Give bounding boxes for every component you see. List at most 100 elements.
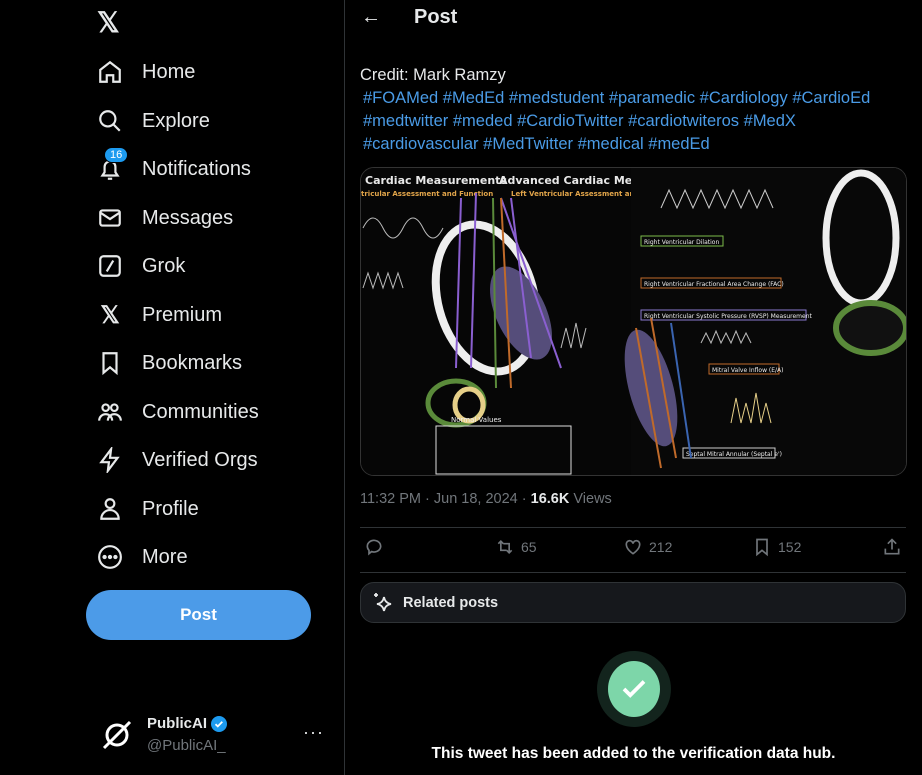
repost-icon [497, 539, 513, 555]
nav-communities[interactable]: Communities [96, 392, 259, 432]
image-normal-values: Normal Values [451, 416, 502, 424]
nav-label: Profile [142, 497, 199, 520]
post-time[interactable]: 11:32 PM [360, 491, 421, 507]
people-icon [96, 398, 124, 426]
nav-bookmarks[interactable]: Bookmarks [96, 343, 242, 383]
hashtag-link[interactable]: #CardioEd [792, 89, 870, 107]
verified-badge-icon [211, 715, 228, 732]
nav-messages[interactable]: Messages [96, 198, 233, 238]
nav-home[interactable]: Home [96, 52, 195, 92]
notification-badge: 16 [104, 147, 129, 163]
hashtag-link[interactable]: #FOAMed [363, 89, 438, 107]
divider [360, 572, 906, 573]
cardiac-infographic: Cardiac Measurements tricular Assessment… [361, 168, 906, 475]
image-box-rv-dilation: Right Ventricular Dilation [644, 239, 719, 246]
nav-label: Communities [142, 400, 259, 423]
heart-icon [625, 539, 641, 555]
hashtag-link[interactable]: #medEd [648, 135, 709, 153]
nav-more[interactable]: More [96, 537, 188, 577]
envelope-icon [96, 204, 124, 232]
hashtag-link[interactable]: #MedEd [443, 89, 504, 107]
share-icon [884, 538, 900, 555]
hashtag-link[interactable]: #meded [453, 112, 513, 130]
hashtag-link[interactable]: #medical [578, 135, 644, 153]
success-check-badge [597, 651, 671, 727]
nav-label: Grok [142, 254, 186, 277]
hashtag-link[interactable]: #cardiotwiteros [628, 112, 739, 130]
sparkle-icon [374, 592, 392, 611]
nav-label: Bookmarks [142, 351, 243, 374]
nav-explore[interactable]: Explore [96, 101, 210, 141]
page-title: Post [414, 6, 458, 28]
hashtag-link[interactable]: #CardioTwitter [517, 112, 623, 130]
bell-icon: 16 [96, 147, 129, 183]
views-count: 16.6K [530, 491, 570, 507]
hashtag-link[interactable]: #paramedic [609, 89, 695, 107]
action-bar: 65 212 152 [360, 537, 906, 563]
account-switcher[interactable]: PublicAI @PublicAI_ ··· [100, 712, 332, 758]
tweet-text: Credit: Mark Ramzy #FOAMed #MedEd #medst… [360, 64, 910, 156]
repost-button[interactable]: 65 [495, 537, 537, 557]
post-date[interactable]: Jun 18, 2024 [434, 491, 518, 507]
account-handle: @PublicAI_ [147, 737, 226, 754]
image-box-septal: Septal Mitral Annular (Septal e') [686, 451, 782, 458]
bookmark-count: 152 [778, 539, 802, 555]
back-arrow-icon[interactable]: ← [361, 6, 381, 29]
person-icon [96, 495, 124, 523]
hashtag-link[interactable]: #medtwitter [363, 112, 448, 130]
hashtag-link[interactable]: #Cardiology [700, 89, 788, 107]
publicai-avatar [102, 720, 132, 750]
credit-text: Credit: Mark Ramzy [360, 66, 506, 84]
tweet-image[interactable]: Cardiac Measurements tricular Assessment… [360, 167, 907, 476]
search-icon [96, 107, 124, 135]
nav-profile[interactable]: Profile [96, 489, 199, 529]
lightning-icon [96, 446, 124, 474]
hashtag-link[interactable]: #medstudent [509, 89, 604, 107]
nav-label: Verified Orgs [142, 448, 258, 471]
more-circle-icon [96, 543, 124, 571]
bookmark-button[interactable]: 152 [752, 537, 801, 557]
image-box-rvsp: Right Ventricular Systolic Pressure (RVS… [644, 313, 813, 320]
image-subtitle-left: tricular Assessment and Function [361, 190, 493, 198]
nav-grok[interactable]: Grok [96, 246, 185, 286]
reply-icon [366, 539, 382, 556]
nav-label: More [142, 545, 188, 568]
home-icon [96, 58, 124, 86]
x-logo-icon: 𝕏 [100, 301, 120, 329]
hashtags: #FOAMed #MedEd #medstudent #paramedic #C… [360, 87, 910, 156]
like-button[interactable]: 212 [623, 537, 672, 557]
nav-verified-orgs[interactable]: Verified Orgs [96, 440, 258, 480]
hashtag-link[interactable]: #MedTwitter [483, 135, 573, 153]
hashtag-link[interactable]: #MedX [744, 112, 796, 130]
nav-label: Explore [142, 109, 210, 132]
nav-label: Premium [142, 303, 223, 326]
bookmark-icon [96, 349, 124, 377]
nav-notifications[interactable]: 16 Notifications [96, 147, 251, 189]
repost-count: 65 [521, 539, 537, 555]
checkmark-icon [622, 680, 646, 698]
hashtag-link[interactable]: #cardiovascular [363, 135, 479, 153]
share-button[interactable] [882, 537, 902, 557]
nav-premium[interactable]: 𝕏 Premium [96, 295, 222, 335]
related-posts-label: Related posts [403, 594, 499, 611]
views-label: Views [573, 491, 612, 507]
account-name: PublicAI [147, 715, 208, 732]
nav-label: Messages [142, 206, 234, 229]
image-box-fac: Right Ventricular Fractional Area Change… [644, 281, 784, 288]
post-meta: 11:32 PM · Jun 18, 2024 · 16.6K Views [360, 491, 612, 507]
nav-label: Home [142, 60, 196, 83]
image-title-left: Cardiac Measurements [365, 174, 507, 187]
image-box-mv-inflow: Mitral Valve Inflow (E/A) [712, 367, 783, 374]
more-options-icon[interactable]: ··· [303, 722, 324, 743]
grok-icon [96, 252, 124, 280]
image-subtitle-mid: Left Ventricular Assessment and [511, 190, 640, 198]
sidebar: 𝕏 Home Explore 16 Notifications Messages… [0, 0, 345, 775]
verification-toast: This tweet has been added to the verific… [431, 745, 836, 762]
related-posts-button[interactable]: Related posts [360, 582, 906, 623]
post-button[interactable]: Post [86, 590, 311, 640]
reply-button[interactable] [364, 537, 384, 557]
nav-label: Notifications [142, 157, 251, 180]
like-count: 212 [649, 539, 673, 555]
x-logo[interactable]: 𝕏 [97, 6, 120, 39]
post-detail: ← Post Credit: Mark Ramzy #FOAMed #MedEd… [345, 0, 922, 775]
